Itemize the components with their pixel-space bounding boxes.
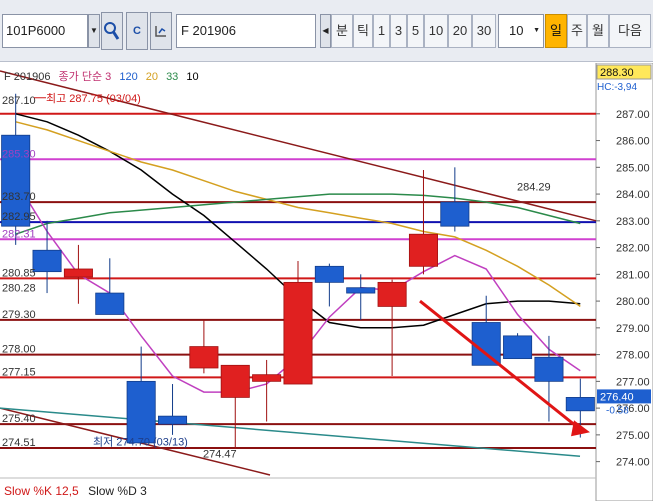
compare-button[interactable]: C bbox=[126, 12, 148, 50]
candle-body bbox=[377, 281, 407, 307]
candle-body bbox=[32, 249, 62, 273]
candle-body bbox=[346, 287, 376, 294]
axis-tick-label: 280.00 bbox=[616, 296, 650, 308]
candle-body bbox=[440, 201, 470, 227]
axis-tick-label: 279.00 bbox=[616, 323, 650, 335]
level-label: 277.15 bbox=[2, 366, 36, 378]
search-icon bbox=[103, 22, 121, 45]
axis-tick-label: 277.00 bbox=[616, 376, 650, 388]
candle-body bbox=[503, 335, 533, 360]
candle-body bbox=[408, 233, 438, 267]
level-label: 280.85 bbox=[2, 267, 36, 279]
interval-select[interactable]: 10 ▼ bbox=[498, 14, 544, 48]
period-tick-button[interactable]: 틱 bbox=[353, 14, 373, 48]
next-button[interactable]: 다음 bbox=[609, 14, 651, 48]
code-dropdown-button[interactable]: ▼ bbox=[88, 14, 100, 48]
candle-body bbox=[534, 356, 564, 382]
candle-body bbox=[565, 397, 595, 412]
last-change-label: -0.58 bbox=[606, 405, 629, 416]
legend-ma33: 33 bbox=[166, 71, 179, 83]
period-day-button[interactable]: 일 bbox=[545, 14, 567, 48]
hc-label: HC:-3,94 bbox=[597, 82, 637, 93]
level-label: 285.30 bbox=[2, 148, 36, 160]
chart-legend: F 201906 종가 단순 3 120 20 33 10 bbox=[4, 68, 204, 84]
axis-tick-label: 284.00 bbox=[616, 189, 650, 201]
level-label: 283.70 bbox=[2, 191, 36, 203]
axis-tick-label: 287.00 bbox=[616, 109, 650, 121]
oscillator-legend: Slow %K 12,5 Slow %D 3 bbox=[4, 484, 147, 498]
candle-body bbox=[95, 292, 125, 315]
axis-tick-label: 282.00 bbox=[616, 243, 650, 255]
low-annotation: 최저 274.70 (03/13) bbox=[93, 436, 188, 449]
candle-body bbox=[314, 265, 344, 283]
slow-k-label: Slow %K 12,5 bbox=[4, 484, 79, 498]
period-week-button[interactable]: 주 bbox=[567, 14, 587, 48]
level-label: 274.51 bbox=[2, 437, 36, 449]
axis-tick-label: 275.00 bbox=[616, 430, 650, 442]
legend-ma10: 10 bbox=[186, 71, 199, 83]
axis-tick-label: 281.00 bbox=[616, 269, 650, 281]
candle-body bbox=[158, 415, 188, 425]
period-5-button[interactable]: 5 bbox=[407, 14, 424, 48]
axis-tick-label: 274.00 bbox=[616, 457, 650, 469]
chart-area[interactable]: F 201906 종가 단순 3 120 20 33 10 287.10 285.… bbox=[0, 62, 653, 501]
slow-d-label: Slow %D 3 bbox=[88, 484, 147, 498]
last-price-label: 276.40 bbox=[600, 391, 634, 403]
candlestick-chart[interactable]: 287.10 285.30 283.70 282.95 282.31 280.85 280.… bbox=[0, 62, 653, 501]
candle-body bbox=[189, 346, 219, 369]
chevron-down-icon: ▼ bbox=[90, 26, 98, 35]
legend-symbol: F 201906 bbox=[4, 71, 51, 83]
search-button[interactable] bbox=[101, 12, 123, 50]
high-annotation: 최고 287.75 (03/04) bbox=[46, 92, 141, 105]
grid-icon bbox=[153, 26, 169, 42]
candle bbox=[503, 333, 533, 360]
candle-body bbox=[63, 268, 93, 278]
period-scroll-left-button[interactable]: ◀ bbox=[320, 14, 331, 48]
level-label: 282.95 bbox=[2, 211, 36, 223]
candle-body bbox=[126, 380, 156, 444]
level-label: 280.28 bbox=[2, 283, 36, 295]
grid-toggle-button[interactable] bbox=[150, 12, 172, 50]
chevron-left-icon: ◀ bbox=[322, 26, 329, 35]
level-label: 275.40 bbox=[2, 413, 36, 425]
level-label: 287.10 bbox=[2, 95, 36, 107]
code-input[interactable]: 101P6000 bbox=[2, 14, 88, 48]
period-1-button[interactable]: 1 bbox=[373, 14, 390, 48]
level-label: 278.00 bbox=[2, 344, 36, 356]
axis-tick-label: 285.00 bbox=[616, 162, 650, 174]
level-label: 279.30 bbox=[2, 309, 36, 321]
low-tag-annotation: 274.47 bbox=[203, 449, 237, 461]
candle-body bbox=[220, 364, 250, 398]
period-30-button[interactable]: 30 bbox=[472, 14, 496, 48]
level-label: 282.31 bbox=[2, 228, 36, 240]
period-month-button[interactable]: 월 bbox=[587, 14, 609, 48]
c-letter-icon: C bbox=[133, 25, 141, 37]
chevron-down-icon: ▼ bbox=[533, 27, 540, 34]
trendline-value: 284.29 bbox=[517, 181, 551, 193]
period-20-button[interactable]: 20 bbox=[448, 14, 472, 48]
toolbar: 101P6000 ▼ C F 201906 ◀ 분 틱 1 3 5 10 20 … bbox=[0, 0, 653, 62]
interval-value: 10 bbox=[509, 23, 524, 38]
period-3-button[interactable]: 3 bbox=[390, 14, 407, 48]
axis-tick-label: 278.00 bbox=[616, 350, 650, 362]
period-minute-button[interactable]: 분 bbox=[331, 14, 353, 48]
period-10-button[interactable]: 10 bbox=[424, 14, 448, 48]
legend-indicator: 종가 단순 3 bbox=[58, 71, 112, 83]
axis-tick-label: 283.00 bbox=[616, 216, 650, 228]
candle-body bbox=[252, 374, 282, 382]
axis-tick-label: 286.00 bbox=[616, 136, 650, 148]
instrument-name-field[interactable]: F 201906 bbox=[176, 14, 316, 48]
legend-ma120: 120 bbox=[119, 71, 138, 83]
candle-body bbox=[471, 322, 501, 366]
candle-body bbox=[283, 281, 313, 385]
legend-ma20: 20 bbox=[145, 71, 158, 83]
current-price-label: 288.30 bbox=[600, 67, 634, 79]
